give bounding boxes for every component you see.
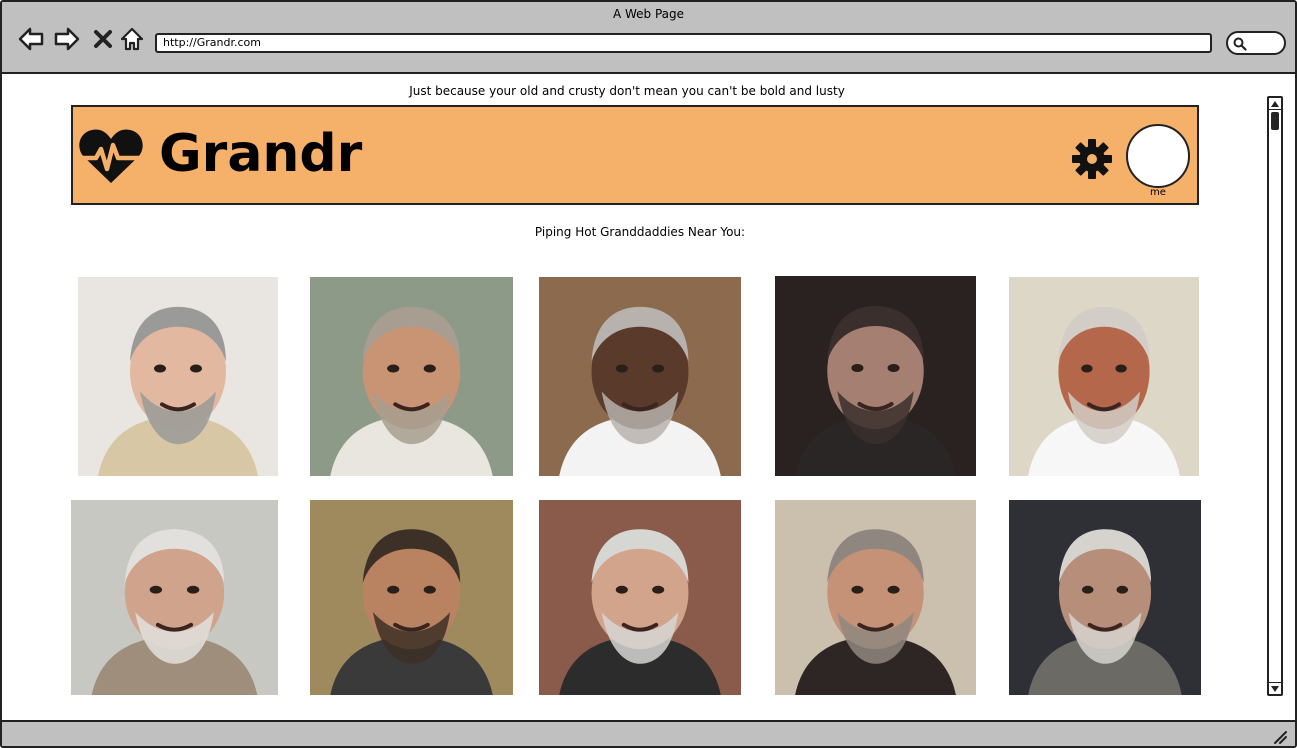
- profile-photo[interactable]: [539, 277, 741, 476]
- profile-photo[interactable]: [78, 277, 278, 476]
- profile-photo[interactable]: [71, 500, 278, 695]
- page-content: Just because your old and crusty don't m…: [2, 74, 1295, 720]
- url-input[interactable]: http://Grandr.com: [155, 33, 1212, 53]
- window-title: A Web Page: [612, 7, 685, 21]
- status-bar: [2, 720, 1295, 746]
- search-icon: [1233, 37, 1247, 51]
- home-icon[interactable]: [117, 24, 147, 54]
- profile-photo-grid: [2, 74, 1252, 720]
- vertical-scrollbar[interactable]: [1267, 96, 1283, 696]
- browser-titlebar: A Web Page http://Grandr.com: [2, 2, 1295, 74]
- profile-photo[interactable]: [310, 500, 513, 695]
- back-arrow-icon[interactable]: [16, 24, 46, 54]
- scroll-up-button[interactable]: [1269, 98, 1281, 110]
- profile-photo[interactable]: [1009, 500, 1201, 695]
- scroll-thumb[interactable]: [1271, 112, 1279, 130]
- profile-photo[interactable]: [310, 277, 513, 476]
- resize-grip-icon[interactable]: [1271, 728, 1287, 744]
- profile-photo[interactable]: [539, 500, 741, 695]
- search-field[interactable]: [1226, 31, 1286, 55]
- browser-window: A Web Page http://Grandr.com Just becaus…: [0, 0, 1297, 748]
- scroll-down-button[interactable]: [1269, 682, 1281, 694]
- profile-photo[interactable]: [775, 500, 976, 695]
- close-icon[interactable]: [88, 24, 118, 54]
- profile-photo[interactable]: [1009, 277, 1199, 476]
- profile-photo[interactable]: [775, 276, 976, 476]
- forward-arrow-icon[interactable]: [52, 24, 82, 54]
